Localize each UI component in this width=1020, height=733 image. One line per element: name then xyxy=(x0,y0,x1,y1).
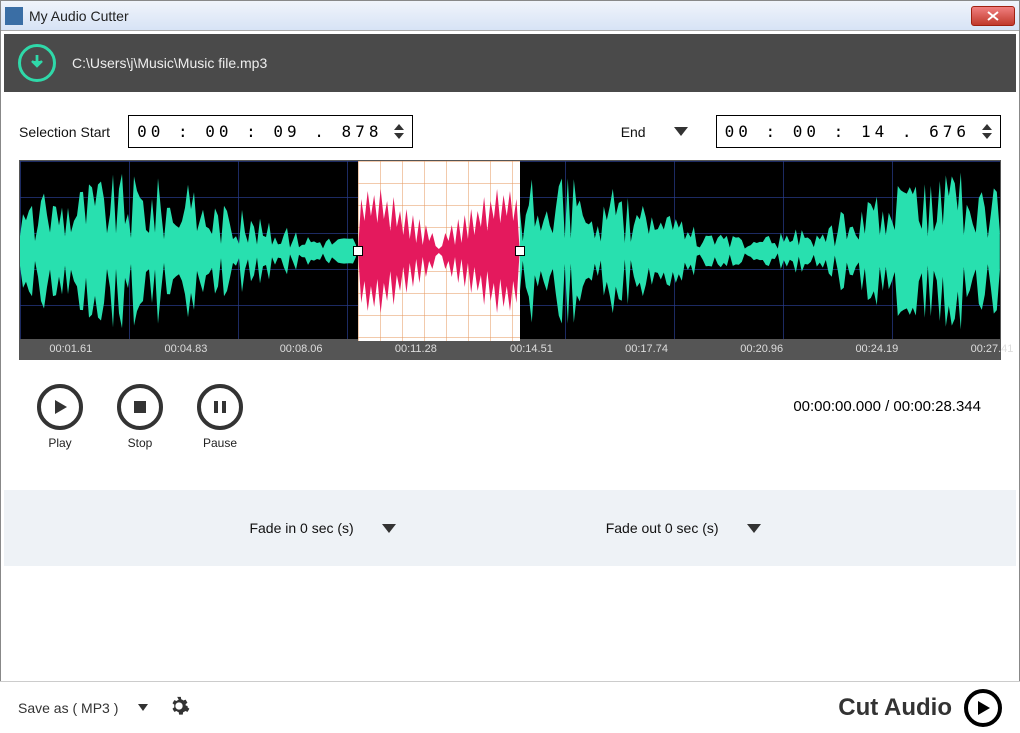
timeline-mark: 00:11.28 xyxy=(395,343,437,355)
fade-row: Fade in 0 sec (s) Fade out 0 sec (s) xyxy=(4,490,1016,566)
stop-icon xyxy=(117,384,163,430)
timeline-mark: 00:14.51 xyxy=(510,343,553,355)
play-icon xyxy=(37,384,83,430)
arrow-right-icon xyxy=(964,689,1002,727)
timeline: 00:01.61 00:04.83 00:08.06 00:11.28 00:14.51… xyxy=(20,339,1000,359)
play-label: Play xyxy=(48,436,71,450)
selection-handle-right[interactable] xyxy=(515,246,525,256)
pause-icon xyxy=(197,384,243,430)
end-spinner-up[interactable] xyxy=(982,124,992,130)
stop-button[interactable]: Stop xyxy=(117,384,163,450)
fade-in-dropdown[interactable]: Fade in 0 sec (s) xyxy=(249,520,405,536)
start-spinner-up[interactable] xyxy=(394,124,404,130)
selection-start-label: Selection Start xyxy=(19,124,110,140)
settings-button[interactable] xyxy=(168,695,190,720)
timeline-mark: 00:27.41 xyxy=(971,343,1014,355)
timeline-mark: 00:01.61 xyxy=(49,343,92,355)
load-file-button[interactable] xyxy=(18,44,56,82)
titlebar: My Audio Cutter xyxy=(1,1,1019,31)
selection-end-value: 00 : 00 : 14 . 676 xyxy=(725,122,970,141)
selection-start-input[interactable]: 00 : 00 : 09 . 878 xyxy=(128,115,413,148)
app-icon xyxy=(5,7,23,25)
timeline-mark: 00:17.74 xyxy=(625,343,668,355)
cut-audio-label: Cut Audio xyxy=(838,694,952,722)
window-title: My Audio Cutter xyxy=(29,8,129,24)
waveform-full xyxy=(20,161,1000,341)
selection-handle-left[interactable] xyxy=(353,246,363,256)
pause-button[interactable]: Pause xyxy=(197,384,243,450)
fade-out-label: Fade out 0 sec (s) xyxy=(606,520,719,536)
play-button[interactable]: Play xyxy=(37,384,83,450)
fade-in-label: Fade in 0 sec (s) xyxy=(249,520,353,536)
time-display: 00:00:00.000 / 00:00:28.344 xyxy=(793,384,1001,415)
stop-label: Stop xyxy=(128,436,153,450)
gear-icon xyxy=(168,695,190,717)
close-button[interactable] xyxy=(971,6,1015,26)
fade-out-dropdown[interactable]: Fade out 0 sec (s) xyxy=(606,520,771,536)
timeline-mark: 00:24.19 xyxy=(855,343,898,355)
save-as-label: Save as ( MP3 ) xyxy=(18,700,118,716)
end-dropdown[interactable] xyxy=(674,127,688,136)
file-path: C:\Users\j\Music\Music file.mp3 xyxy=(72,55,267,71)
selection-end-input[interactable]: 00 : 00 : 14 . 676 xyxy=(716,115,1001,148)
selection-end-label: End xyxy=(621,124,646,140)
waveform[interactable]: 00:01.61 00:04.83 00:08.06 00:11.28 00:14.51… xyxy=(19,160,1001,360)
selection-start-value: 00 : 00 : 09 . 878 xyxy=(137,122,382,141)
cut-audio-button[interactable]: Cut Audio xyxy=(838,689,1002,727)
timeline-mark: 00:04.83 xyxy=(165,343,208,355)
timeline-mark: 00:08.06 xyxy=(280,343,323,355)
timeline-mark: 00:20.96 xyxy=(740,343,783,355)
pause-label: Pause xyxy=(203,436,237,450)
chevron-down-icon xyxy=(382,524,396,533)
save-format-dropdown[interactable] xyxy=(138,704,148,711)
chevron-down-icon xyxy=(747,524,761,533)
start-spinner-down[interactable] xyxy=(394,133,404,139)
file-bar: C:\Users\j\Music\Music file.mp3 xyxy=(4,34,1016,92)
end-spinner-down[interactable] xyxy=(982,133,992,139)
footer: Save as ( MP3 ) Cut Audio xyxy=(0,681,1020,733)
playback-controls: Play Stop Pause 00:00:00.000 / 00:00:28.… xyxy=(1,360,1019,460)
selection-row: Selection Start 00 : 00 : 09 . 878 End 0… xyxy=(1,95,1019,160)
